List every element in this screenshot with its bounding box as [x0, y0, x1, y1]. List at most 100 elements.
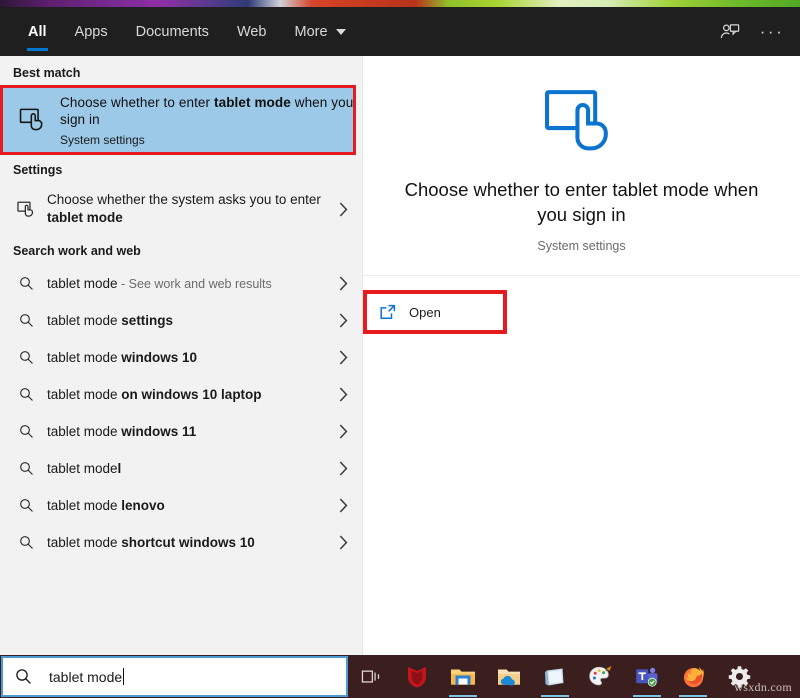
best-match-wrapper: Choose whether to enter tablet mode when… [0, 87, 362, 153]
preview-subtitle: System settings [387, 239, 776, 253]
web-result-label: tablet mode lenovo [47, 497, 334, 514]
tab-more-label: More [295, 24, 328, 40]
web-result-label: tablet model [47, 460, 334, 477]
web-result-row[interactable]: tablet mode on windows 10 laptop [0, 376, 362, 413]
web-result-label: tablet mode - See work and web results [47, 275, 334, 293]
open-button-label: Open [409, 305, 441, 320]
taskbar-app-teams[interactable] [624, 655, 670, 698]
web-result-row[interactable]: tablet mode shortcut windows 10 [0, 524, 362, 561]
tab-web-label: Web [237, 24, 267, 40]
web-result-row[interactable]: tablet model [0, 450, 362, 487]
web-result-label: tablet mode on windows 10 laptop [47, 386, 334, 403]
taskbar-search-text: tablet mode [49, 668, 124, 685]
preview-card: Choose whether to enter tablet mode when… [363, 56, 800, 276]
web-result-row[interactable]: tablet mode - See work and web results [0, 265, 362, 302]
search-results-list: Best match Choose whether to enter table… [0, 56, 362, 655]
chevron-right-icon[interactable] [334, 276, 352, 291]
preview-pane: Choose whether to enter tablet mode when… [362, 56, 800, 655]
search-results-body: Best match Choose whether to enter table… [0, 56, 800, 655]
taskbar-app-mcafee[interactable] [394, 655, 440, 698]
section-header-settings: Settings [0, 153, 362, 184]
web-result-row[interactable]: tablet mode windows 11 [0, 413, 362, 450]
taskbar-app-sticky-notes[interactable] [532, 655, 578, 698]
taskbar: tablet mode [0, 655, 800, 698]
preview-actions: Open [363, 276, 800, 330]
web-result-label-part-1: tablet mode [47, 535, 121, 550]
taskbar-app-onedrive-folder[interactable] [486, 655, 532, 698]
web-result-label: tablet mode windows 11 [47, 423, 334, 440]
search-icon [13, 498, 39, 513]
feedback-person-icon[interactable] [712, 14, 748, 50]
best-match-title-part-1: Choose whether to enter [60, 95, 214, 110]
chevron-right-icon[interactable] [334, 313, 352, 328]
open-button[interactable]: Open [367, 294, 503, 330]
tab-documents-label: Documents [136, 24, 209, 40]
web-result-label-part-1: tablet mode [47, 498, 121, 513]
search-filter-tabs: All Apps Documents Web More [14, 7, 360, 56]
best-match-title-part-2: tablet mode [214, 95, 291, 110]
web-result-label-part-2: settings [121, 313, 173, 328]
tab-apps[interactable]: Apps [61, 7, 122, 56]
web-result-label: tablet mode shortcut windows 10 [47, 534, 334, 551]
web-result-label-part-1: tablet mode [47, 387, 121, 402]
web-result-label-part-2: windows 11 [121, 424, 196, 439]
web-result-label: tablet mode windows 10 [47, 349, 334, 366]
open-external-icon [367, 303, 409, 321]
watermark: wsxdn.com [734, 680, 792, 695]
search-icon [15, 668, 39, 685]
taskbar-app-firefox[interactable] [670, 655, 716, 698]
preview-title: Choose whether to enter tablet mode when… [387, 177, 776, 227]
chevron-right-icon[interactable] [334, 202, 352, 217]
text-cursor [123, 668, 124, 685]
web-result-row[interactable]: tablet mode lenovo [0, 487, 362, 524]
search-icon [13, 535, 39, 550]
tab-all[interactable]: All [14, 7, 61, 56]
chevron-right-icon[interactable] [334, 461, 352, 476]
tablet-mode-icon [13, 201, 39, 218]
web-result-label-part-2: l [118, 461, 122, 476]
windows-search-screen: All Apps Documents Web More [0, 0, 800, 698]
best-match-title: Choose whether to enter tablet mode when… [60, 94, 354, 128]
web-result-label-part-1: tablet mode [47, 350, 121, 365]
search-icon [13, 424, 39, 439]
web-result-row[interactable]: tablet mode windows 10 [0, 339, 362, 376]
web-result-label-part-1: tablet mode [47, 276, 118, 291]
web-result-label-part-2: windows 10 [121, 350, 197, 365]
chevron-right-icon[interactable] [334, 350, 352, 365]
best-match-text: Choose whether to enter tablet mode when… [60, 94, 354, 147]
settings-result-row[interactable]: Choose whether the system asks you to en… [0, 184, 362, 234]
section-header-best-match: Best match [0, 56, 362, 87]
web-result-label: tablet mode settings [47, 312, 334, 329]
tab-more[interactable]: More [281, 7, 360, 56]
best-match-subtitle: System settings [60, 133, 354, 147]
web-result-label-part-1: tablet mode [47, 424, 121, 439]
header-actions: ··· [712, 7, 790, 56]
settings-result-label: Choose whether the system asks you to en… [47, 191, 334, 227]
ellipsis-icon[interactable]: ··· [754, 14, 790, 50]
desktop-wallpaper-strip [0, 0, 800, 7]
web-results-list: tablet mode - See work and web resultsta… [0, 265, 362, 561]
tab-web[interactable]: Web [223, 7, 281, 56]
tablet-mode-icon [387, 89, 776, 155]
web-result-label-part-2: shortcut windows 10 [121, 535, 255, 550]
chevron-right-icon[interactable] [334, 498, 352, 513]
chevron-right-icon[interactable] [334, 535, 352, 550]
taskbar-buttons [348, 655, 762, 698]
tab-documents[interactable]: Documents [122, 7, 223, 56]
web-result-row[interactable]: tablet mode settings [0, 302, 362, 339]
taskbar-app-paint[interactable] [578, 655, 624, 698]
ellipsis-label: ··· [760, 23, 784, 40]
taskbar-app-file-explorer[interactable] [440, 655, 486, 698]
chevron-right-icon[interactable] [334, 387, 352, 402]
chevron-right-icon[interactable] [334, 424, 352, 439]
search-icon [13, 350, 39, 365]
settings-label-part-1: Choose whether the system asks you to en… [47, 192, 321, 207]
tablet-mode-icon [16, 108, 50, 132]
chevron-down-icon [336, 29, 346, 35]
best-match-result[interactable]: Choose whether to enter tablet mode when… [2, 87, 354, 153]
web-result-label-part-2: - See work and web results [118, 277, 272, 291]
search-header: All Apps Documents Web More [0, 7, 800, 56]
search-icon [13, 461, 39, 476]
taskbar-search-input[interactable]: tablet mode [1, 656, 348, 697]
task-view-icon[interactable] [348, 655, 394, 698]
